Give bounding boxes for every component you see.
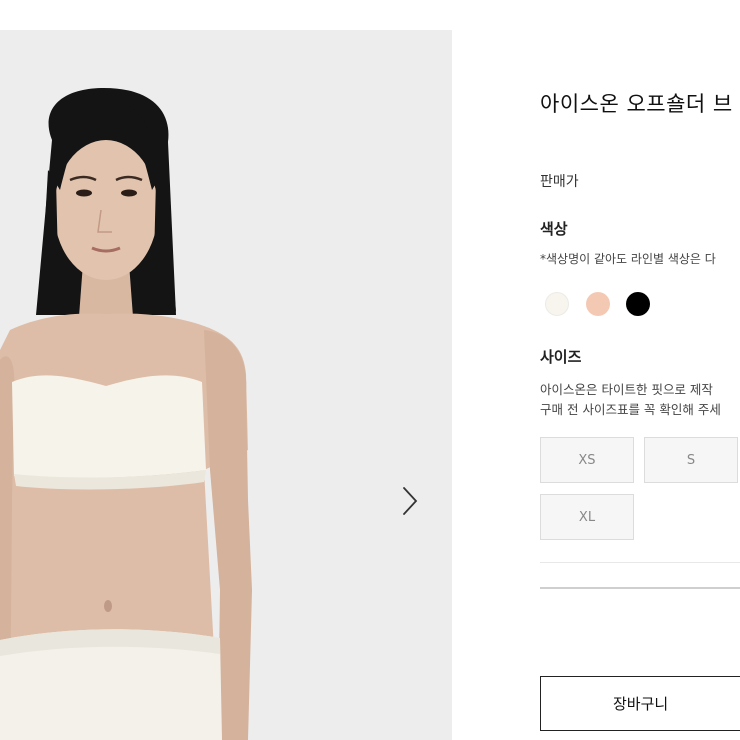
cart-button-label: 장바구니 — [613, 695, 669, 713]
price-label: 판매가 — [540, 174, 579, 190]
size-note-line: 아이스온은 타이트한 핏으로 제작 — [540, 382, 713, 397]
divider — [540, 562, 740, 563]
add-to-cart-button[interactable]: 장바구니 — [540, 676, 740, 731]
size-option-s[interactable]: S — [644, 437, 738, 483]
size-note: 아이스온은 타이트한 핏으로 제작 구매 전 사이즈표를 꼭 확인해 주세 — [540, 380, 721, 420]
size-option-xl[interactable]: XL — [540, 494, 634, 540]
divider — [540, 587, 740, 589]
size-label: 사이즈 — [540, 348, 582, 366]
size-option-xs[interactable]: XS — [540, 437, 634, 483]
product-image-gallery — [0, 30, 452, 740]
chevron-right-icon[interactable] — [396, 482, 424, 520]
product-info-panel: 아이스온 오프숄더 브 판매가 색상 *색상명이 같아도 라인별 색상은 다 사… — [540, 0, 740, 740]
black-swatch[interactable] — [626, 292, 650, 316]
color-label: 색상 — [540, 220, 568, 238]
ivory-swatch[interactable] — [545, 292, 569, 316]
nude-swatch[interactable] — [586, 292, 610, 316]
product-photo — [0, 88, 252, 740]
product-title: 아이스온 오프숄더 브 — [540, 92, 733, 116]
size-note-line: 구매 전 사이즈표를 꼭 확인해 주세 — [540, 402, 721, 417]
color-note: *색상명이 같아도 라인별 색상은 다 — [540, 252, 716, 266]
